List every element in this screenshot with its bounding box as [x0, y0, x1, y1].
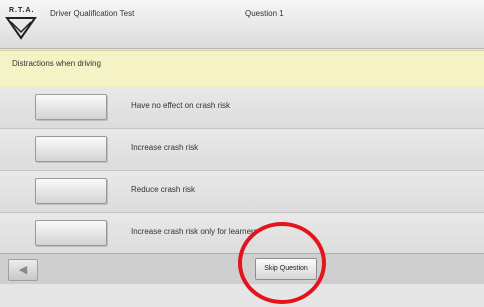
header-bar: R.T.A. Driver Qualification Test Questio…	[0, 0, 484, 49]
answer-label-3: Reduce crash risk	[131, 185, 196, 194]
answer-button-4[interactable]	[35, 220, 107, 246]
app-title: Driver Qualification Test	[50, 9, 135, 18]
answer-label-2: Increase crash risk	[131, 143, 199, 152]
highlight-circle-annotation	[238, 222, 326, 304]
answer-row-1[interactable]: Have no effect on crash risk	[0, 87, 484, 129]
logo-triangle-icon	[5, 17, 37, 40]
answer-button-1[interactable]	[35, 94, 107, 120]
answer-row-2[interactable]: Increase crash risk	[0, 129, 484, 171]
answer-button-2[interactable]	[35, 136, 107, 162]
test-screen: R.T.A. Driver Qualification Test Questio…	[0, 0, 484, 307]
prompt-text: Distractions when driving	[12, 59, 101, 68]
rta-logo: R.T.A.	[3, 4, 39, 42]
answer-row-3[interactable]: Reduce crash risk	[0, 171, 484, 213]
answer-label-1: Have no effect on crash risk	[131, 101, 231, 110]
answer-button-3[interactable]	[35, 178, 107, 204]
logo-text: R.T.A.	[9, 7, 35, 14]
speaker-icon: ◀	[18, 264, 28, 276]
speaker-button[interactable]: ◀	[8, 259, 38, 281]
question-number: Question 1	[245, 9, 284, 18]
question-prompt: Distractions when driving	[0, 50, 484, 88]
